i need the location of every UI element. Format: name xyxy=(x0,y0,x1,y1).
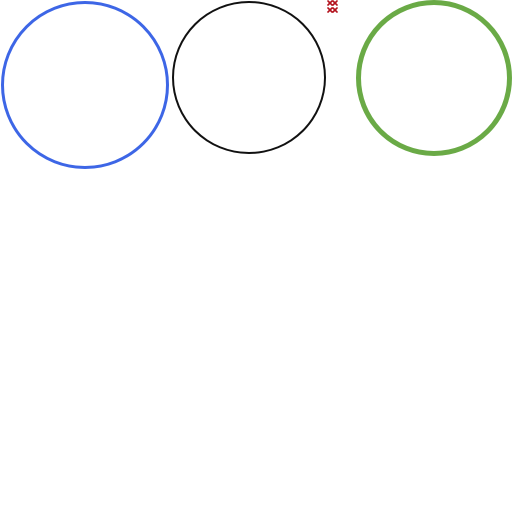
canvas xyxy=(0,0,512,512)
black-ring[interactable] xyxy=(172,1,326,154)
green-ring[interactable] xyxy=(356,0,512,156)
blue-ring[interactable] xyxy=(1,1,169,169)
red-x-glyph-icon xyxy=(327,0,338,13)
